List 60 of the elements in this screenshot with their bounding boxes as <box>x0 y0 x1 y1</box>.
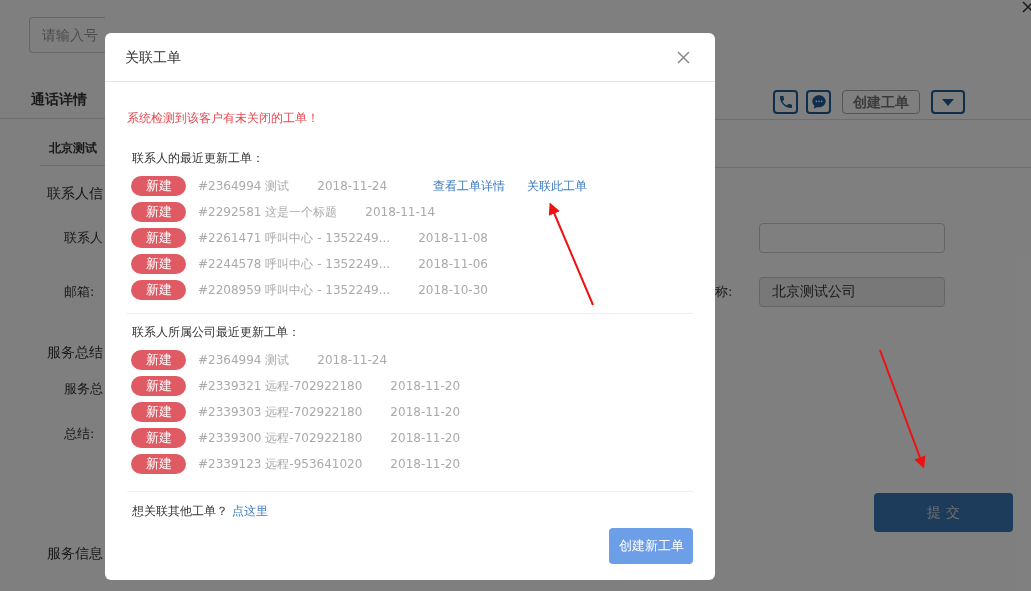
form-label: 联系人 <box>64 230 103 244</box>
section-heading: 联系人的最近更新工单： <box>132 150 265 167</box>
status-badge: 新建 <box>131 176 186 196</box>
create-ticket-button[interactable]: 创建工单 <box>842 90 920 114</box>
form-label: 联系人信 <box>47 186 103 200</box>
chat-button[interactable] <box>806 90 831 114</box>
close-icon[interactable] <box>677 50 690 64</box>
footer-link[interactable]: 点这里 <box>232 502 268 520</box>
ticket-title: #2339321 远程-702922180 <box>198 378 363 395</box>
status-badge: 新建 <box>131 202 186 222</box>
ticket-title: #2292581 这是一个标题 <box>198 204 338 221</box>
section-heading: 联系人所属公司最近更新工单： <box>132 324 301 341</box>
ticket-date: 2018-11-14 <box>365 204 436 221</box>
status-badge: 新建 <box>131 428 186 448</box>
dropdown-button[interactable] <box>931 90 965 114</box>
form-label: 称: <box>715 283 734 302</box>
form-label: 服务信息 <box>47 546 103 560</box>
phone-icon <box>777 94 794 110</box>
caret-icon <box>942 98 954 106</box>
ticket-title: #2339123 远程-953641020 <box>198 456 363 473</box>
ticket-title: #2261471 呼叫中心 - 1352249... <box>198 230 391 247</box>
ticket-date: 2018-11-24 <box>317 352 388 369</box>
ticket-link[interactable]: 关联此工单 <box>527 177 588 195</box>
ticket-date: 2018-11-06 <box>418 256 488 273</box>
chat-icon <box>810 94 827 110</box>
ticket-date: 2018-11-20 <box>390 456 461 473</box>
phone-button[interactable] <box>773 90 798 114</box>
form-label: 邮箱: <box>64 284 95 298</box>
form-label: 服务总结 <box>47 345 103 359</box>
status-badge: 新建 <box>131 228 186 248</box>
status-badge: 新建 <box>131 350 186 370</box>
ticket-date: 2018-11-08 <box>418 230 488 247</box>
ticket-title: #2208959 呼叫中心 - 1352249... <box>198 282 391 299</box>
submit-button[interactable]: 提 交 <box>874 493 1013 532</box>
status-badge: 新建 <box>131 254 186 274</box>
ticket-date: 2018-10-30 <box>418 282 488 299</box>
status-badge: 新建 <box>131 376 186 396</box>
ticket-link[interactable]: 查看工单详情 <box>433 177 506 195</box>
dialog-title: 关联工单 <box>125 47 181 67</box>
ticket-title: #2339303 远程-702922180 <box>198 404 363 421</box>
section-title: 通话详情 <box>31 89 87 109</box>
ticket-date: 2018-11-24 <box>317 178 388 195</box>
company-field[interactable]: 北京测试公司 <box>759 277 945 307</box>
form-label: 总结: <box>64 426 95 440</box>
warning-text: 系统检测到该客户有未关闭的工单！ <box>127 110 320 127</box>
ticket-title: #2364994 测试 <box>198 352 290 369</box>
ticket-title: #2244578 呼叫中心 - 1352249... <box>198 256 391 273</box>
close-icon[interactable] <box>1021 1 1031 13</box>
company-heading: 北京测试 <box>49 140 97 157</box>
ticket-title: #2339300 远程-702922180 <box>198 430 363 447</box>
status-badge: 新建 <box>131 454 186 474</box>
ticket-date: 2018-11-20 <box>390 430 461 447</box>
create-new-ticket-button[interactable]: 创建新工单 <box>609 528 693 564</box>
status-badge: 新建 <box>131 280 186 300</box>
footer-text: 想关联其他工单？ <box>132 503 228 520</box>
form-label: 服务总 <box>64 381 103 395</box>
status-badge: 新建 <box>131 402 186 422</box>
ticket-date: 2018-11-20 <box>390 378 461 395</box>
ticket-date: 2018-11-20 <box>390 404 461 421</box>
ticket-title: #2364994 测试 <box>198 178 290 195</box>
